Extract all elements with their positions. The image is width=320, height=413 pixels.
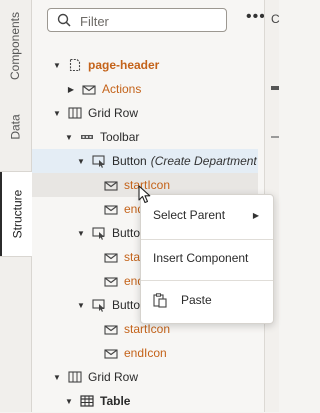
mouse-pointer-icon — [138, 185, 151, 207]
grid-row-icon — [68, 106, 82, 120]
slot-icon — [104, 322, 118, 336]
tree-label: Table — [100, 394, 131, 408]
tree-label: Button — [112, 154, 147, 168]
menu-item-label: Select Parent — [153, 208, 226, 222]
tree-row-grid-row[interactable]: ▼ Grid Row — [32, 101, 264, 125]
chevron-right-icon[interactable]: ▶ — [66, 84, 76, 94]
button-icon — [92, 226, 106, 240]
menu-separator — [141, 280, 273, 281]
grid-row-icon — [68, 370, 82, 384]
button-icon — [92, 298, 106, 312]
slot-icon — [104, 346, 118, 360]
canvas-divider — [271, 136, 279, 138]
filter-input[interactable] — [78, 11, 222, 31]
tree-label: endIcon — [124, 346, 167, 360]
slot-icon — [104, 250, 118, 264]
chevron-down-icon[interactable]: ▼ — [64, 396, 74, 406]
tab-structure[interactable]: Structure — [0, 172, 32, 256]
menu-separator — [141, 239, 273, 240]
tree-label: page-header — [88, 58, 160, 72]
chevron-down-icon[interactable]: ▼ — [76, 156, 86, 166]
filter-search-box — [47, 8, 227, 32]
tab-data[interactable]: Data — [0, 96, 31, 158]
tree-label-suffix: (Create Department — [150, 154, 257, 168]
tab-components-label: Components — [8, 11, 23, 81]
tree-label: Toolbar — [100, 130, 140, 144]
tree-label: Actions — [102, 82, 142, 96]
tree-row-grid-row[interactable]: ▼ Grid Row — [32, 365, 264, 389]
tree-label: Grid Row — [88, 370, 139, 384]
tree-row-page-header[interactable]: ▼ page-header — [32, 53, 264, 77]
slot-icon — [82, 82, 96, 96]
menu-item-label: Paste — [181, 293, 212, 307]
menu-item-select-parent[interactable]: Select Parent ▶ — [141, 200, 273, 230]
slot-icon — [104, 178, 118, 192]
panel-tab-rail: Components Data Structure — [0, 0, 32, 412]
tab-components[interactable]: Components — [0, 0, 31, 92]
chevron-down-icon[interactable]: ▼ — [52, 108, 62, 118]
chevron-down-icon[interactable]: ▼ — [76, 228, 86, 238]
chevron-down-icon[interactable]: ▼ — [64, 132, 74, 142]
search-icon — [57, 13, 71, 30]
tree-label: startIcon — [124, 322, 171, 336]
canvas-tab-label: C — [271, 12, 280, 26]
slot-icon — [104, 274, 118, 288]
tree-row-actions[interactable]: ▶ Actions — [32, 77, 264, 101]
chevron-right-icon: ▶ — [252, 210, 259, 220]
tree-row-toolbar[interactable]: ▼ Toolbar — [32, 125, 264, 149]
menu-item-paste[interactable]: Paste — [141, 285, 273, 315]
page-icon — [68, 58, 82, 72]
button-icon — [92, 154, 106, 168]
paste-icon — [153, 293, 167, 311]
tab-data-label: Data — [8, 114, 23, 140]
tree-label: Grid Row — [88, 106, 139, 120]
canvas-divider — [271, 86, 279, 90]
menu-item-insert-component[interactable]: Insert Component — [141, 243, 273, 273]
table-icon — [80, 394, 94, 408]
chevron-down-icon[interactable]: ▼ — [76, 300, 86, 310]
tree-row-table[interactable]: ▼ Table — [32, 389, 264, 413]
slot-icon — [104, 202, 118, 216]
chevron-down-icon[interactable]: ▼ — [52, 372, 62, 382]
toolbar-icon — [80, 130, 94, 144]
tree-row-button-selected[interactable]: ▼ Button (Create Department — [32, 149, 258, 173]
context-menu: Select Parent ▶ Insert Component Paste — [140, 194, 274, 324]
menu-item-label: Insert Component — [153, 251, 249, 265]
more-options-icon[interactable]: ••• — [246, 9, 266, 25]
tree-row-end-icon[interactable]: endIcon — [32, 341, 264, 365]
tab-structure-label: Structure — [10, 189, 24, 239]
chevron-down-icon[interactable]: ▼ — [52, 60, 62, 70]
